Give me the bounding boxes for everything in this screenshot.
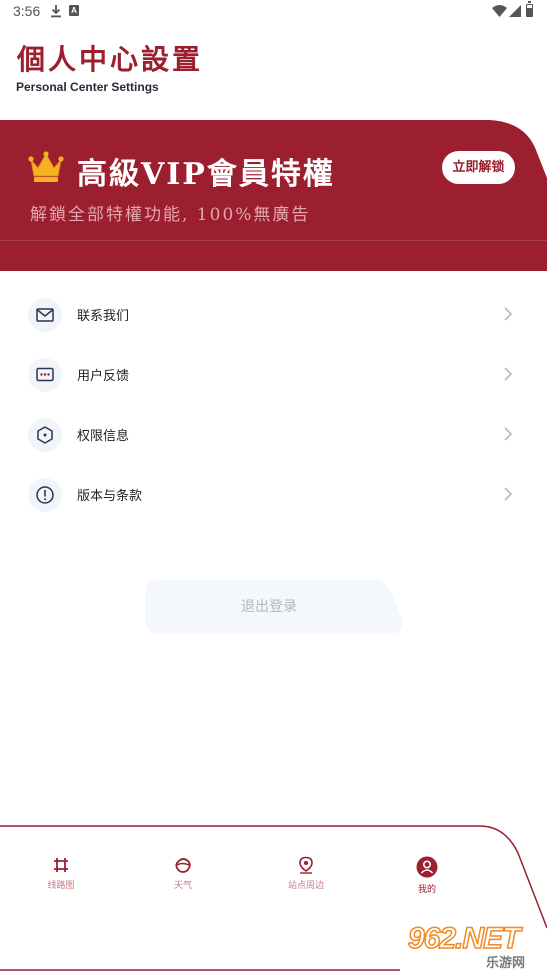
nav-item-route-map[interactable]: 线路图 (31, 856, 91, 896)
nav-item-weather[interactable]: 天气 (153, 856, 213, 896)
vip-title: 高級VIP會員特權 (77, 157, 335, 192)
download-icon (51, 5, 61, 18)
watermark-sub-text: 乐游网 (486, 956, 526, 971)
crown-icon (28, 151, 64, 182)
menu-item-permission-info[interactable]: 权限信息 (0, 404, 547, 464)
chevron-right-icon (504, 427, 512, 441)
menu-item-label: 联系我们 (77, 309, 130, 324)
vip-subtitle: 解鎖全部特權功能, 100%無廣告 (30, 205, 311, 225)
status-bar: 3:56 A (0, 0, 547, 24)
menu-item-version-terms[interactable]: 版本与条款 (0, 464, 547, 524)
menu-item-label: 用户反馈 (77, 369, 130, 384)
notification-a-icon: A (69, 5, 79, 16)
vip-banner[interactable]: 高級VIP會員特權 解鎖全部特權功能, 100%無廣告 立即解锁 (0, 120, 547, 271)
menu-item-contact-us[interactable]: 联系我们 (0, 284, 547, 344)
location-icon (299, 856, 313, 874)
chevron-right-icon (504, 307, 512, 321)
menu-item-label: 版本与条款 (77, 489, 143, 504)
nav-label: 我的 (417, 885, 436, 895)
vip-banner-background (0, 120, 547, 271)
profile-icon (416, 856, 438, 878)
menu-item-label: 权限信息 (77, 429, 130, 444)
signal-icon (509, 5, 521, 17)
mail-icon (28, 298, 62, 332)
chevron-right-icon (504, 487, 512, 501)
nav-label: 线路图 (47, 881, 75, 891)
weather-icon (175, 858, 191, 873)
page-title: 個人中心設置 (17, 43, 204, 76)
chevron-right-icon (504, 367, 512, 381)
battery-icon (526, 1, 533, 17)
feedback-icon (28, 358, 62, 392)
unlock-now-button[interactable]: 立即解锁 (442, 151, 515, 184)
wifi-icon (492, 5, 507, 17)
vip-divider (0, 240, 547, 241)
nav-item-nearby-stations[interactable]: 站点周边 (276, 856, 336, 896)
logout-label: 退出登录 (241, 599, 297, 615)
nav-label: 站点周边 (287, 881, 324, 891)
nav-item-me[interactable]: 我的 (397, 856, 457, 896)
menu-item-user-feedback[interactable]: 用户反馈 (0, 344, 547, 404)
watermark-logo-text: 962.NET (407, 921, 521, 956)
page-subtitle: Personal Center Settings (16, 80, 159, 94)
watermark-logo: 962.NET 乐游网 (407, 921, 542, 971)
nav-label: 天气 (173, 881, 192, 891)
status-time: 3:56 (13, 3, 41, 19)
info-icon (28, 478, 62, 512)
route-icon (54, 858, 68, 872)
shield-icon (28, 418, 62, 452)
logout-button[interactable]: 退出登录 (145, 580, 403, 634)
